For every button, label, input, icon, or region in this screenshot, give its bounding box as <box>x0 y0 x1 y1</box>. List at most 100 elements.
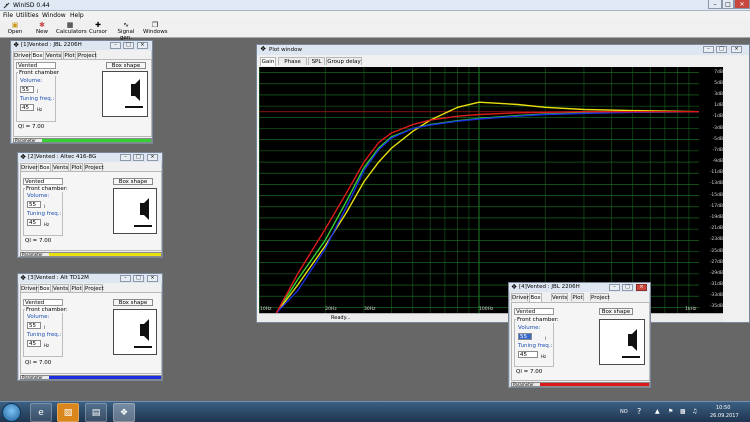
volume-input[interactable]: 55 <box>20 86 34 93</box>
tab-project[interactable]: Project <box>590 293 610 301</box>
close-button[interactable]: ✕ <box>734 0 750 9</box>
minimize-button[interactable]: – <box>120 275 131 282</box>
tab-box[interactable]: Box <box>529 293 542 302</box>
tab-driver[interactable]: Driver <box>20 284 38 292</box>
monitor-tray-icon[interactable]: ▩ <box>680 408 686 415</box>
plot-window[interactable]: ❖ Plot window – □ × Gain Phase plot SPL … <box>256 44 750 323</box>
box-type-select[interactable]: Vented <box>514 308 554 315</box>
maximize-button[interactable]: □ <box>722 0 734 9</box>
minimize-button[interactable]: – <box>609 284 620 291</box>
tab-gain[interactable]: Gain <box>260 57 276 66</box>
clock-time[interactable]: 10:50 <box>716 405 730 411</box>
start-button[interactable] <box>2 403 21 422</box>
tab-driver[interactable]: Driver <box>511 293 529 301</box>
plot-window-titlebar[interactable]: ❖ Plot window – □ × <box>257 45 749 55</box>
box-shape-button[interactable]: Box shape <box>113 299 153 306</box>
flag-tray-icon[interactable]: ⚑ <box>668 408 673 415</box>
clock-date[interactable]: 26.09.2017 <box>710 413 739 419</box>
maximize-button[interactable]: □ <box>123 42 134 49</box>
tuning-input[interactable]: 45 <box>27 219 41 226</box>
volume-tray-icon[interactable]: ♫ <box>692 408 697 415</box>
project-window-title: [2]Vented : Altec 416-8G <box>28 154 97 160</box>
new-button[interactable]: ✱ New <box>34 21 50 37</box>
box-shape-button[interactable]: Box shape <box>599 308 633 315</box>
y-tick-label: -5dB <box>712 136 723 142</box>
menu-window[interactable]: Window <box>42 12 66 19</box>
tab-plot[interactable]: Plot <box>70 284 83 292</box>
volume-input[interactable]: 55 <box>518 333 532 340</box>
open-label: Open <box>7 29 23 35</box>
tab-plot[interactable]: Plot <box>70 163 83 171</box>
tab-vents[interactable]: Vents <box>551 293 568 301</box>
project-window-4-titlebar[interactable]: ❖ [4]Vented : JBL 2206H – □ × <box>509 283 650 292</box>
box-type-select[interactable]: Vented <box>23 178 63 185</box>
gain-plot[interactable]: 7dB 5dB 3dB 1dB -1dB -3dB -5dB -7dB -9dB -11dB -13… <box>259 67 723 313</box>
volume-input[interactable]: 55 <box>27 322 41 329</box>
project-window-4[interactable]: ❖ [4]Vented : JBL 2206H – □ × Driver Box… <box>508 282 651 388</box>
box-type-select[interactable]: Vented <box>16 62 56 69</box>
tuning-input[interactable]: 45 <box>27 340 41 347</box>
y-tick-label: -13dB <box>709 181 723 187</box>
close-button[interactable]: × <box>731 46 742 53</box>
project-window-2-titlebar[interactable]: ❖ [2]Vented : Altec 416-8G – □ × <box>18 153 162 162</box>
calculators-button[interactable]: ▦ Calculators <box>56 21 87 37</box>
language-indicator[interactable]: NO <box>620 409 628 415</box>
minimize-button[interactable]: – <box>110 42 121 49</box>
project-window-2[interactable]: ❖ [2]Vented : Altec 416-8G – □ × Driver … <box>17 152 163 258</box>
tab-vents[interactable]: Vents <box>45 51 62 59</box>
windows-button[interactable]: ❐ Windows <box>143 21 168 37</box>
tuning-input[interactable]: 45 <box>518 351 538 358</box>
box-shape-button[interactable]: Box shape <box>106 62 146 69</box>
project-window-3[interactable]: ❖ [3]Vented : Alt TD12M – □ × Driver Box… <box>17 273 163 381</box>
y-tick-label: -3dB <box>712 125 723 131</box>
tab-group-delay[interactable]: Group delay <box>326 57 362 65</box>
tab-driver[interactable]: Driver <box>13 51 31 59</box>
ie-taskbar-icon[interactable]: e <box>30 403 52 422</box>
signal-gen-button[interactable]: ∿ Signal gen. <box>112 21 140 41</box>
help-tray-icon[interactable]: ? <box>637 407 641 416</box>
maximize-button[interactable]: □ <box>716 46 727 53</box>
volume-input[interactable]: 55 <box>27 201 41 208</box>
minimize-button[interactable]: – <box>703 46 714 53</box>
project-window-1-titlebar[interactable]: ❖ [1]Vented : JBL 2206H – □ × <box>11 41 152 50</box>
tab-spl[interactable]: SPL <box>308 57 325 65</box>
tab-vents[interactable]: Vents <box>52 284 69 292</box>
close-button[interactable]: × <box>147 275 158 282</box>
app-titlebar: WinISD 0.44 – □ ✕ <box>0 0 750 11</box>
tab-driver[interactable]: Driver <box>20 163 38 171</box>
tab-plot[interactable]: Plot <box>63 51 76 59</box>
project-window-3-titlebar[interactable]: ❖ [3]Vented : Alt TD12M – □ × <box>18 274 162 283</box>
box-panel: Vented Box shape Front chamber Volume: 5… <box>13 59 152 137</box>
cursor-button[interactable]: ✚ Cursor <box>89 21 107 37</box>
menu-file[interactable]: File <box>3 12 13 19</box>
gain-chart <box>259 67 700 313</box>
box-type-select[interactable]: Vented <box>23 299 63 306</box>
menu-help[interactable]: Help <box>70 12 84 19</box>
tab-phase-plot[interactable]: Phase plot <box>278 57 307 73</box>
maximize-button[interactable]: □ <box>133 154 144 161</box>
close-button[interactable]: × <box>137 42 148 49</box>
maximize-button[interactable]: □ <box>133 275 144 282</box>
menu-utilities[interactable]: Utilities <box>16 12 39 19</box>
tab-project[interactable]: Project <box>84 284 104 292</box>
minimize-button[interactable]: – <box>120 154 131 161</box>
box-shape-button[interactable]: Box shape <box>113 178 153 185</box>
front-chamber-label: Front chamber <box>18 70 61 76</box>
close-button[interactable]: × <box>636 284 647 291</box>
windows-label: Windows <box>143 29 168 35</box>
tab-project[interactable]: Project <box>84 163 104 171</box>
minimize-button[interactable]: – <box>708 0 722 9</box>
close-button[interactable]: × <box>147 154 158 161</box>
tab-plot[interactable]: Plot <box>571 293 584 301</box>
maximize-button[interactable]: □ <box>622 284 633 291</box>
tab-vents[interactable]: Vents <box>52 163 69 171</box>
project-window-1[interactable]: ❖ [1]Vented : JBL 2206H – □ × Driver Box… <box>10 40 153 144</box>
tool-taskbar-icon[interactable]: ▤ <box>85 403 107 422</box>
open-button[interactable]: ▣ Open <box>6 21 24 37</box>
explorer-taskbar-icon[interactable]: ▧ <box>57 403 79 422</box>
volume-label: Volume: <box>20 78 43 84</box>
network-tray-icon[interactable]: ▲ <box>655 408 660 415</box>
tuning-input[interactable]: 45 <box>20 104 34 111</box>
tab-project[interactable]: Project <box>77 51 97 59</box>
winisd-taskbar-icon[interactable]: ❖ <box>113 403 135 422</box>
